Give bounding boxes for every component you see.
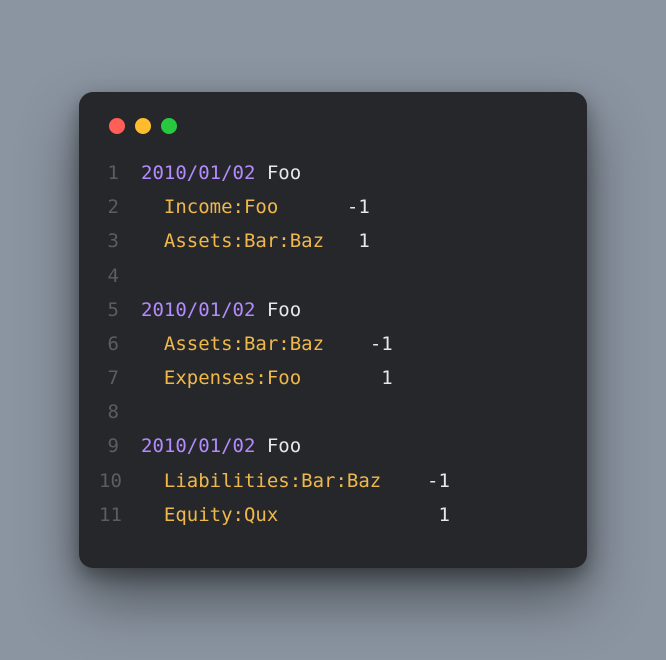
transaction-date: 2010/01/02 [141,162,255,184]
line-content: Income:Foo -1 [141,190,559,224]
terminal-window: 12010/01/02 Foo2 Income:Foo -13 Assets:B… [79,92,587,568]
line-number: 9 [99,429,141,463]
line-content: 2010/01/02 Foo [141,293,559,327]
window-titlebar [99,114,559,156]
line-number: 6 [99,327,141,361]
code-line: 52010/01/02 Foo [99,293,559,327]
transaction-date: 2010/01/02 [141,299,255,321]
posting-amount: 1 [438,504,449,526]
line-number: 1 [99,156,141,190]
transaction-date: 2010/01/02 [141,435,255,457]
line-content [141,395,559,429]
line-number: 2 [99,190,141,224]
line-content: 2010/01/02 Foo [141,429,559,463]
line-content: Assets:Bar:Baz 1 [141,224,559,258]
code-line: 12010/01/02 Foo [99,156,559,190]
line-content [141,259,559,293]
line-number: 4 [99,259,141,293]
line-number: 7 [99,361,141,395]
posting-amount: -1 [427,470,450,492]
transaction-desc: Foo [267,162,301,184]
line-number: 5 [99,293,141,327]
line-content: Liabilities:Bar:Baz -1 [141,464,559,498]
posting-amount: 1 [381,367,392,389]
line-number: 8 [99,395,141,429]
code-line: 4 [99,259,559,293]
line-content: Equity:Qux 1 [141,498,559,532]
close-icon[interactable] [109,118,125,134]
posting-account: Assets:Bar:Baz [164,333,324,355]
code-line: 10 Liabilities:Bar:Baz -1 [99,464,559,498]
posting-account: Income:Foo [164,196,278,218]
posting-account: Assets:Bar:Baz [164,230,324,252]
line-number: 3 [99,224,141,258]
line-number: 11 [99,498,141,532]
posting-amount: 1 [358,230,369,252]
code-line: 7 Expenses:Foo 1 [99,361,559,395]
code-line: 3 Assets:Bar:Baz 1 [99,224,559,258]
posting-account: Expenses:Foo [164,367,301,389]
posting-account: Liabilities:Bar:Baz [164,470,381,492]
posting-account: Equity:Qux [164,504,278,526]
line-content: Assets:Bar:Baz -1 [141,327,559,361]
code-block: 12010/01/02 Foo2 Income:Foo -13 Assets:B… [99,156,559,532]
code-line: 92010/01/02 Foo [99,429,559,463]
line-content: 2010/01/02 Foo [141,156,559,190]
minimize-icon[interactable] [135,118,151,134]
transaction-desc: Foo [267,435,301,457]
posting-amount: -1 [370,333,393,355]
code-line: 6 Assets:Bar:Baz -1 [99,327,559,361]
line-number: 10 [99,464,141,498]
posting-amount: -1 [347,196,370,218]
code-line: 8 [99,395,559,429]
code-line: 2 Income:Foo -1 [99,190,559,224]
zoom-icon[interactable] [161,118,177,134]
line-content: Expenses:Foo 1 [141,361,559,395]
code-line: 11 Equity:Qux 1 [99,498,559,532]
transaction-desc: Foo [267,299,301,321]
